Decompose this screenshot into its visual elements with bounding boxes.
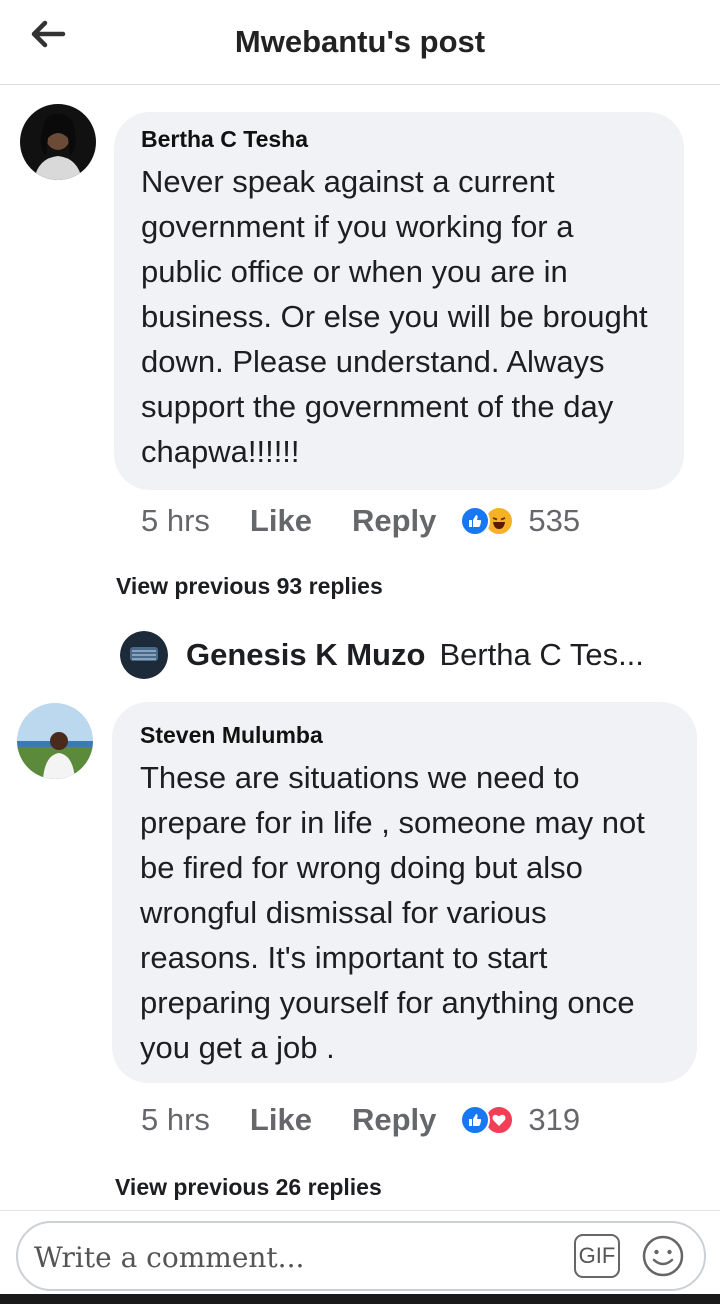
- comment-actions: 5 hrs Like Reply 535: [141, 503, 580, 539]
- comment-bubble: Bertha C Tesha Never speak against a cur…: [114, 112, 684, 490]
- avatar[interactable]: [17, 703, 93, 779]
- avatar-photo-icon: [120, 631, 168, 679]
- reply-snippet: Bertha C Tes...: [439, 637, 644, 672]
- comment-text: Never speak against a current government…: [141, 164, 648, 469]
- comment-author[interactable]: Steven Mulumba: [140, 722, 671, 749]
- comment-text: These are situations we need to prepare …: [140, 760, 645, 1065]
- like-icon: [460, 506, 491, 536]
- comment-bubble: Steven Mulumba These are situations we n…: [112, 702, 697, 1083]
- page-title: Mwebantu's post: [234, 24, 486, 59]
- avatar[interactable]: [120, 631, 168, 679]
- avatar-photo-icon: [17, 703, 93, 779]
- view-previous-replies[interactable]: View previous 26 replies: [115, 1174, 382, 1201]
- comment-actions: 5 hrs Like Reply 319: [141, 1102, 580, 1138]
- reply-button[interactable]: Reply: [352, 503, 436, 539]
- reply-preview[interactable]: Genesis K Muzo Bertha C Tes...: [120, 630, 644, 680]
- system-nav-bar: [0, 1294, 720, 1304]
- reply-author[interactable]: Genesis K Muzo: [186, 637, 425, 673]
- avatar-photo-icon: [20, 104, 96, 180]
- reactions[interactable]: [460, 1105, 515, 1135]
- gif-button[interactable]: GIF: [574, 1234, 620, 1278]
- reaction-count: 535: [528, 503, 581, 538]
- comment-time: 5 hrs: [141, 1102, 210, 1137]
- emoji-button[interactable]: [640, 1233, 686, 1279]
- header: Mwebantu's post: [0, 0, 720, 85]
- smiley-icon: [642, 1235, 684, 1277]
- comment-input[interactable]: [32, 1233, 556, 1281]
- comment-box[interactable]: GIF: [16, 1221, 706, 1291]
- reaction-count: 319: [528, 1102, 581, 1137]
- comment-time: 5 hrs: [141, 503, 210, 538]
- like-icon: [460, 1105, 491, 1135]
- like-button[interactable]: Like: [250, 1102, 312, 1138]
- reply-button[interactable]: Reply: [352, 1102, 436, 1138]
- avatar[interactable]: [20, 104, 96, 180]
- comment-composer: GIF: [0, 1210, 720, 1305]
- reactions[interactable]: [460, 506, 515, 536]
- comment-author[interactable]: Bertha C Tesha: [141, 126, 656, 153]
- like-button[interactable]: Like: [250, 503, 312, 539]
- view-previous-replies[interactable]: View previous 93 replies: [116, 573, 383, 600]
